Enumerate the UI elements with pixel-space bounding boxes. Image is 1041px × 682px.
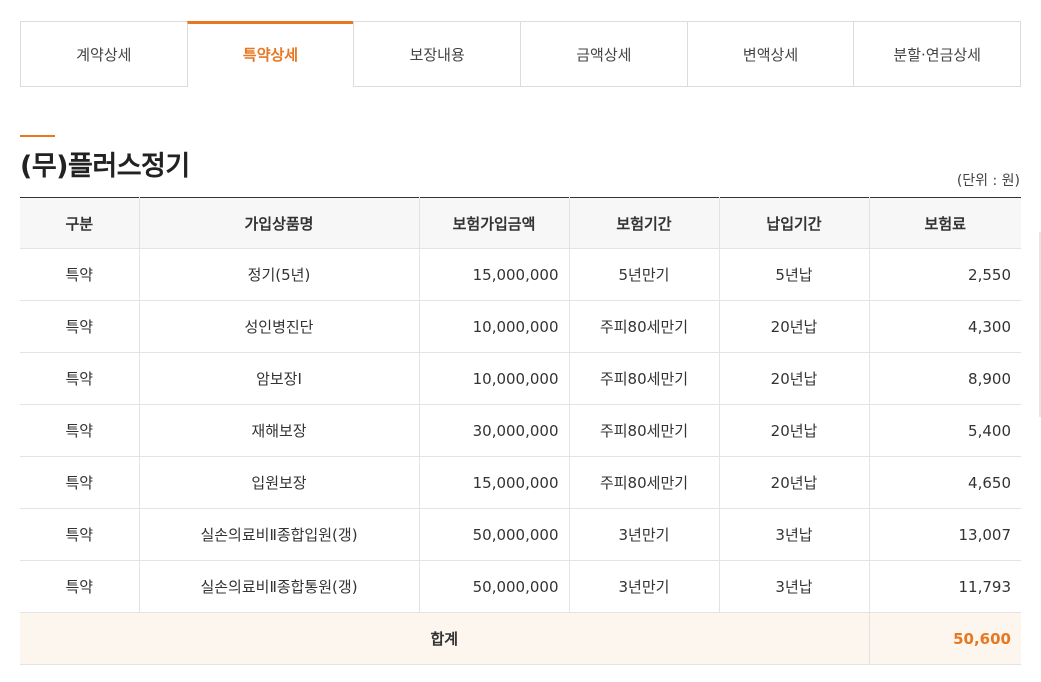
cell-insured-amount: 50,000,000 [419, 560, 570, 613]
cell-category: 특약 [20, 404, 140, 457]
cell-premium: 8,900 [869, 352, 1021, 405]
table-header-row: 구분 가입상품명 보험가입금액 보험기간 납입기간 보험료 [20, 197, 1021, 249]
cell-payment-period: 20년납 [719, 456, 870, 509]
header-premium: 보험료 [869, 197, 1021, 249]
cell-category: 특약 [20, 508, 140, 561]
cell-premium: 4,650 [869, 456, 1021, 509]
cell-category: 특약 [20, 300, 140, 353]
table-row: 특약 암보장Ⅰ 10,000,000 주피80세만기 20년납 8,900 [20, 352, 1021, 405]
table-row: 특약 실손의료비Ⅱ종합입원(갱) 50,000,000 3년만기 3년납 13,… [20, 508, 1021, 561]
header-category: 구분 [20, 197, 140, 249]
cell-category: 특약 [20, 456, 140, 509]
cell-insured-amount: 15,000,000 [419, 456, 570, 509]
tab-bar: 계약상세 특약상세 보장내용 금액상세 변액상세 분할·연금상세 [20, 21, 1022, 87]
cell-insured-amount: 10,000,000 [419, 300, 570, 353]
tab-amount-detail[interactable]: 금액상세 [520, 21, 687, 87]
cell-insured-amount: 10,000,000 [419, 352, 570, 405]
cell-insurance-period: 주피80세만기 [569, 404, 720, 457]
cell-insurance-period: 주피80세만기 [569, 456, 720, 509]
cell-product-name: 입원보장 [139, 456, 420, 509]
cell-product-name: 실손의료비Ⅱ종합입원(갱) [139, 508, 420, 561]
cell-insurance-period: 주피80세만기 [569, 352, 720, 405]
total-row: 합계 50,600 [20, 612, 1021, 665]
tab-installment-annuity-detail[interactable]: 분할·연금상세 [853, 21, 1022, 87]
total-label: 합계 [20, 612, 870, 665]
header-payment-period: 납입기간 [719, 197, 870, 249]
title-accent-bar [20, 135, 55, 137]
cell-payment-period: 20년납 [719, 300, 870, 353]
cell-premium: 13,007 [869, 508, 1021, 561]
table-row: 특약 입원보장 15,000,000 주피80세만기 20년납 4,650 [20, 456, 1021, 509]
tab-rider-detail[interactable]: 특약상세 [186, 21, 354, 87]
tab-contract-detail[interactable]: 계약상세 [20, 21, 187, 87]
cell-product-name: 정기(5년) [139, 248, 420, 301]
cell-insured-amount: 50,000,000 [419, 508, 570, 561]
cell-category: 특약 [20, 248, 140, 301]
rider-table: 구분 가입상품명 보험가입금액 보험기간 납입기간 보험료 특약 정기(5년) … [20, 197, 1021, 665]
cell-payment-period: 20년납 [719, 352, 870, 405]
table-row: 특약 정기(5년) 15,000,000 5년만기 5년납 2,550 [20, 248, 1021, 301]
cell-product-name: 성인병진단 [139, 300, 420, 353]
section-title: (무)플러스정기 [20, 151, 190, 182]
cell-premium: 2,550 [869, 248, 1021, 301]
tab-coverage[interactable]: 보장내용 [353, 21, 521, 87]
total-premium: 50,600 [869, 612, 1021, 665]
cell-insurance-period: 5년만기 [569, 248, 720, 301]
cell-payment-period: 3년납 [719, 560, 870, 613]
cell-product-name: 재해보장 [139, 404, 420, 457]
cell-payment-period: 20년납 [719, 404, 870, 457]
cell-premium: 11,793 [869, 560, 1021, 613]
cell-category: 특약 [20, 560, 140, 613]
cell-payment-period: 3년납 [719, 508, 870, 561]
header-insured-amount: 보험가입금액 [419, 197, 570, 249]
unit-note: (단위 : 원) [956, 173, 1020, 189]
cell-premium: 4,300 [869, 300, 1021, 353]
tab-variable-detail[interactable]: 변액상세 [686, 21, 854, 87]
cell-premium: 5,400 [869, 404, 1021, 457]
cell-insured-amount: 15,000,000 [419, 248, 570, 301]
cell-insurance-period: 주피80세만기 [569, 300, 720, 353]
cell-product-name: 실손의료비Ⅱ종합통원(갱) [139, 560, 420, 613]
header-insurance-period: 보험기간 [569, 197, 720, 249]
cell-product-name: 암보장Ⅰ [139, 352, 420, 405]
cell-insured-amount: 30,000,000 [419, 404, 570, 457]
table-row: 특약 재해보장 30,000,000 주피80세만기 20년납 5,400 [20, 404, 1021, 457]
table-row: 특약 성인병진단 10,000,000 주피80세만기 20년납 4,300 [20, 300, 1021, 353]
cell-insurance-period: 3년만기 [569, 508, 720, 561]
header-product-name: 가입상품명 [139, 197, 420, 249]
cell-payment-period: 5년납 [719, 248, 870, 301]
cell-insurance-period: 3년만기 [569, 560, 720, 613]
cell-category: 특약 [20, 352, 140, 405]
table-row: 특약 실손의료비Ⅱ종합통원(갱) 50,000,000 3년만기 3년납 11,… [20, 560, 1021, 613]
